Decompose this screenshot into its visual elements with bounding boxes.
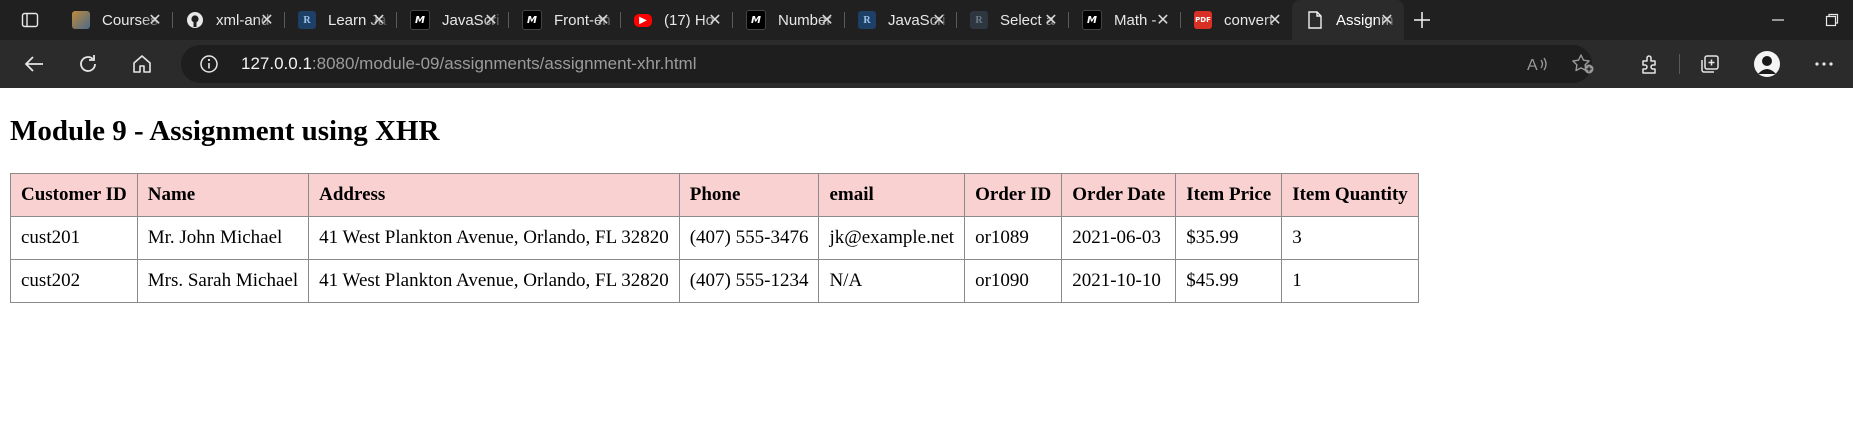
- home-icon[interactable]: [126, 49, 158, 79]
- table-cell: (407) 555-1234: [678, 259, 820, 303]
- column-header: Customer ID: [10, 173, 138, 217]
- table-cell: $35.99: [1175, 216, 1283, 260]
- back-icon[interactable]: [18, 49, 50, 79]
- bookstack-icon: R: [298, 11, 316, 29]
- close-icon[interactable]: ✕: [706, 11, 724, 29]
- bookstack-icon: R: [858, 11, 876, 29]
- table-cell: (407) 555-3476: [678, 216, 820, 260]
- table-cell: 41 West Plankton Avenue, Orlando, FL 328…: [308, 259, 680, 303]
- close-icon[interactable]: ✕: [1266, 11, 1284, 29]
- table-cell: or1090: [964, 259, 1063, 303]
- browser-tab[interactable]: M JavaScri ✕: [396, 0, 508, 40]
- column-header: Item Price: [1175, 173, 1283, 217]
- column-header: Name: [136, 173, 310, 217]
- column-header: Order ID: [964, 173, 1063, 217]
- browser-tab[interactable]: M Front-en ✕: [508, 0, 620, 40]
- read-aloud-icon[interactable]: A: [1527, 54, 1549, 78]
- browser-tab[interactable]: R Learn Ja ✕: [284, 0, 396, 40]
- youtube-icon: ▶: [634, 13, 652, 27]
- mdn-icon: M: [522, 10, 542, 30]
- close-icon[interactable]: ✕: [370, 11, 388, 29]
- address-bar[interactable]: 127.0.0.1:8080/module-09/assignments/ass…: [181, 45, 1595, 83]
- column-header: email: [818, 173, 966, 217]
- profile-avatar[interactable]: [1751, 49, 1783, 79]
- browser-tab[interactable]: M Math - ✕: [1068, 0, 1180, 40]
- table-cell: 1: [1281, 259, 1419, 303]
- tab-strip: Courses ✕ xml-and ✕ R Learn Ja ✕ M JavaS…: [0, 0, 1853, 40]
- pdf-icon: PDF: [1194, 11, 1212, 29]
- table-cell: 3: [1281, 216, 1419, 260]
- browser-tab[interactable]: xml-and ✕: [172, 0, 284, 40]
- table-cell: 2021-06-03: [1061, 216, 1177, 260]
- mdn-icon: M: [410, 10, 430, 30]
- browser-tab[interactable]: ▶ (17) Ho ✕: [620, 0, 732, 40]
- column-header: Item Quantity: [1281, 173, 1419, 217]
- page-title: Module 9 - Assignment using XHR: [10, 115, 440, 147]
- table-cell: Mrs. Sarah Michael: [136, 259, 310, 303]
- table-cell: jk@example.net: [818, 216, 966, 260]
- close-icon[interactable]: ✕: [482, 11, 500, 29]
- close-icon[interactable]: ✕: [930, 11, 948, 29]
- favorite-add-icon[interactable]: [1571, 53, 1595, 79]
- table-cell: $45.99: [1175, 259, 1283, 303]
- close-icon[interactable]: ✕: [258, 11, 276, 29]
- close-icon[interactable]: ✕: [1378, 11, 1396, 29]
- column-header: Order Date: [1061, 173, 1177, 217]
- courses-icon: [72, 11, 90, 29]
- restore-icon[interactable]: [1818, 6, 1846, 34]
- minimize-icon[interactable]: [1764, 6, 1792, 34]
- table-cell: or1089: [964, 216, 1063, 260]
- browser-tab[interactable]: M Number ✕: [732, 0, 844, 40]
- customer-orders-table: Customer ID Name Address Phone email Order ID…: [10, 173, 1419, 303]
- refresh-icon[interactable]: [72, 49, 104, 79]
- site-info-icon[interactable]: [199, 54, 219, 74]
- browser-tab[interactable]: PDF convert ✕: [1180, 0, 1292, 40]
- close-icon[interactable]: ✕: [146, 11, 164, 29]
- toolbar-divider: [1679, 54, 1680, 74]
- url-text[interactable]: 127.0.0.1:8080/module-09/assignments/ass…: [241, 54, 697, 74]
- table-header-row: Customer ID Name Address Phone email Order ID…: [10, 173, 1419, 217]
- bookstack-icon: R: [970, 11, 988, 29]
- column-header: Phone: [678, 173, 820, 217]
- table-cell: cust201: [10, 216, 138, 260]
- collections-icon[interactable]: [1694, 49, 1726, 79]
- browser-toolbar: 127.0.0.1:8080/module-09/assignments/ass…: [0, 40, 1853, 88]
- table-cell: N/A: [818, 259, 966, 303]
- url-path: :8080/module-09/assignments/assignment-x…: [311, 54, 697, 73]
- table-row: cust202 Mrs. Sarah Michael 41 West Plankto…: [10, 259, 1419, 303]
- table-cell: 2021-10-10: [1061, 259, 1177, 303]
- column-header: Address: [308, 173, 680, 217]
- browser-tab[interactable]: R Select a ✕: [956, 0, 1068, 40]
- github-icon: [186, 11, 204, 29]
- table-row: cust201 Mr. John Michael 41 West Plankton …: [10, 216, 1419, 260]
- new-tab-icon[interactable]: [1408, 6, 1436, 34]
- url-host: 127.0.0.1: [241, 54, 312, 73]
- page-content: Module 9 - Assignment using XHR Customer…: [0, 88, 1853, 432]
- table-cell: Mr. John Michael: [136, 216, 310, 260]
- close-icon[interactable]: ✕: [1042, 11, 1060, 29]
- close-icon[interactable]: ✕: [818, 11, 836, 29]
- close-icon[interactable]: ✕: [1154, 11, 1172, 29]
- page-icon: [1306, 11, 1324, 29]
- mdn-icon: M: [1082, 10, 1102, 30]
- browser-tab[interactable]: Courses ✕: [58, 0, 172, 40]
- svg-text:A: A: [1527, 57, 1538, 74]
- browser-tab[interactable]: R JavaScri ✕: [844, 0, 956, 40]
- table-cell: cust202: [10, 259, 138, 303]
- tab-actions-icon[interactable]: [16, 6, 44, 34]
- mdn-icon: M: [746, 10, 766, 30]
- browser-tab-active[interactable]: Assignm ✕: [1292, 0, 1404, 40]
- extensions-icon[interactable]: [1634, 49, 1666, 79]
- more-options-icon[interactable]: [1808, 49, 1840, 79]
- close-icon[interactable]: ✕: [594, 11, 612, 29]
- table-cell: 41 West Plankton Avenue, Orlando, FL 328…: [308, 216, 680, 260]
